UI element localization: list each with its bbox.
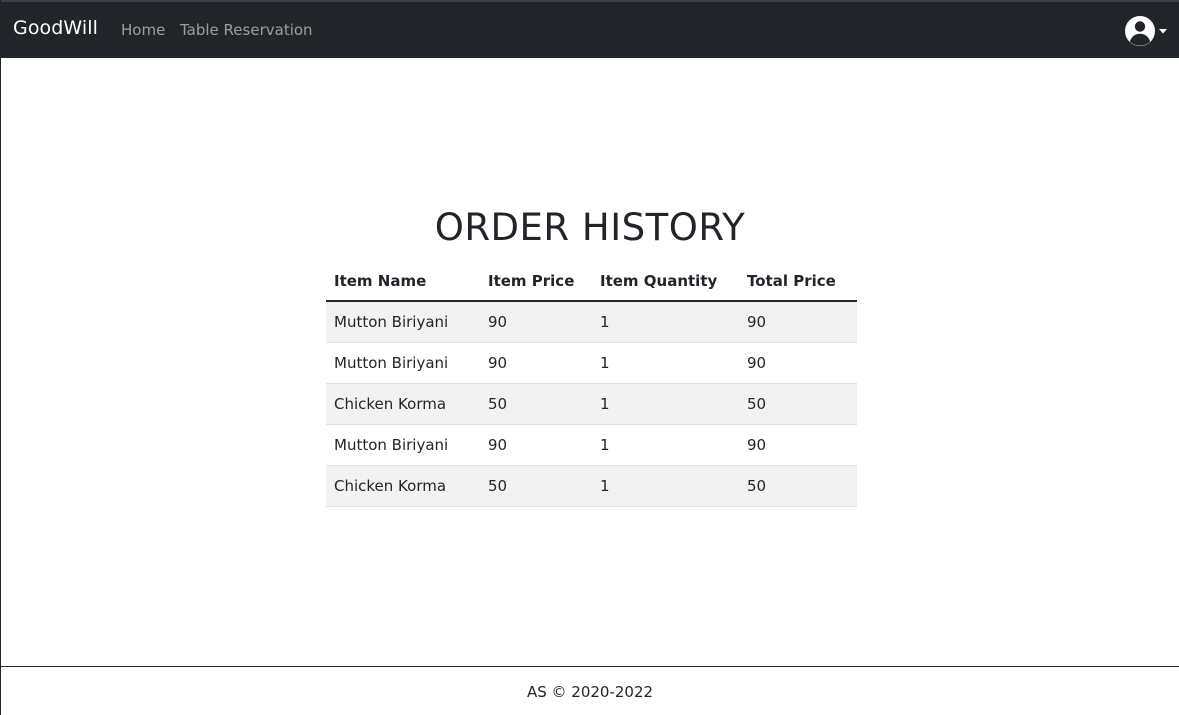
header-total-price: Total Price — [739, 262, 857, 302]
caret-down-icon — [1159, 29, 1167, 34]
cell-total-price: 90 — [739, 424, 857, 466]
cell-total-price: 50 — [739, 465, 857, 507]
cell-item-quantity: 1 — [592, 342, 739, 384]
table-row: Chicken Korma 50 1 50 — [326, 383, 857, 425]
cell-total-price: 90 — [739, 342, 857, 384]
navbar: GoodWill Home Table Reservation — [1, 0, 1179, 58]
cell-item-price: 50 — [480, 465, 592, 507]
cell-item-name: Chicken Korma — [326, 465, 480, 507]
cell-item-name: Mutton Biriyani — [326, 342, 480, 384]
nav-link-home[interactable]: Home — [121, 21, 165, 39]
page: GoodWill Home Table Reservation ORDER HI… — [0, 0, 1179, 715]
user-circle-icon — [1125, 16, 1167, 46]
brand-link[interactable]: GoodWill — [13, 17, 98, 39]
user-menu-dropdown[interactable] — [1123, 14, 1169, 48]
cell-item-price: 90 — [480, 301, 592, 343]
cell-item-quantity: 1 — [592, 301, 739, 343]
cell-item-quantity: 1 — [592, 383, 739, 425]
cell-total-price: 90 — [739, 301, 857, 343]
cell-item-quantity: 1 — [592, 465, 739, 507]
header-item-price: Item Price — [480, 262, 592, 302]
table-row: Chicken Korma 50 1 50 — [326, 465, 857, 507]
footer-copyright: AS © 2020-2022 — [526, 683, 654, 701]
table-row: Mutton Biriyani 90 1 90 — [326, 424, 857, 466]
cell-item-price: 90 — [480, 424, 592, 466]
table-header-row: Item Name Item Price Item Quantity Total… — [326, 262, 857, 302]
cell-item-name: Mutton Biriyani — [326, 424, 480, 466]
cell-item-name: Chicken Korma — [326, 383, 480, 425]
table-row: Mutton Biriyani 90 1 90 — [326, 342, 857, 384]
cell-item-price: 50 — [480, 383, 592, 425]
header-item-name: Item Name — [326, 262, 480, 302]
footer: AS © 2020-2022 — [1, 666, 1179, 715]
table-row: Mutton Biriyani 90 1 90 — [326, 301, 857, 343]
cell-item-quantity: 1 — [592, 424, 739, 466]
page-title: ORDER HISTORY — [434, 206, 746, 249]
header-item-quantity: Item Quantity — [592, 262, 739, 302]
nav-link-table-reservation[interactable]: Table Reservation — [180, 21, 313, 39]
cell-item-name: Mutton Biriyani — [326, 301, 480, 343]
order-history-table: Item Name Item Price Item Quantity Total… — [326, 262, 857, 507]
cell-item-price: 90 — [480, 342, 592, 384]
cell-total-price: 50 — [739, 383, 857, 425]
